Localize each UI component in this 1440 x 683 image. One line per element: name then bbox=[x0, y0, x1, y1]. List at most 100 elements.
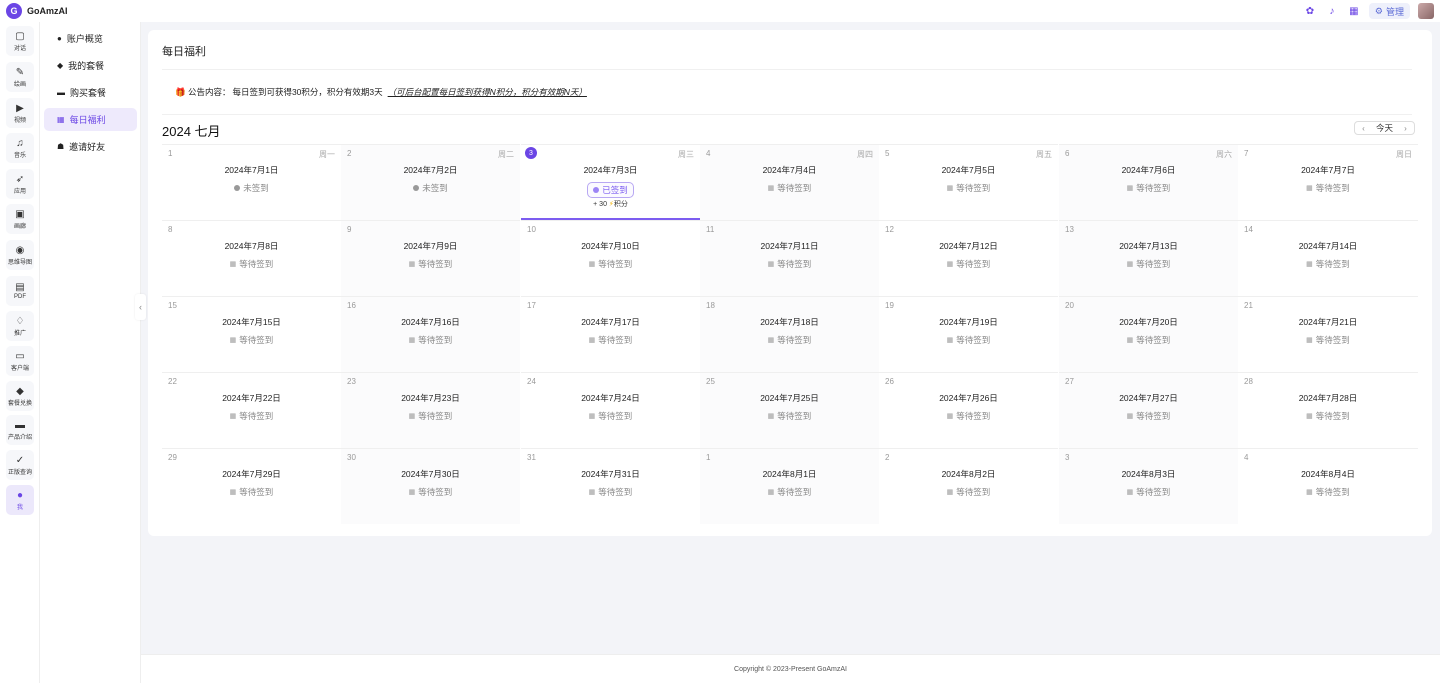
calendar-day[interactable]: 9 2024年7月9日 ▦ 等待签到 bbox=[341, 220, 520, 296]
calendar-day[interactable]: 23 2024年7月23日 ▦ 等待签到 bbox=[341, 372, 520, 448]
announcement: 🎁 公告内容： 每日签到可获得30积分，积分有效期3天 （可后台配置每日签到获得… bbox=[175, 86, 587, 98]
missed-icon bbox=[234, 185, 241, 191]
rail-item-13[interactable]: ● 我 bbox=[6, 485, 34, 515]
collapse-sidebar-button[interactable]: ‹ bbox=[135, 294, 146, 320]
sidebar-item-1[interactable]: ◆ 我的套餐 bbox=[44, 54, 137, 77]
calendar-day[interactable]: 10 2024年7月10日 ▦ 等待签到 bbox=[521, 220, 700, 296]
checkin-status: ▦ 等待签到 bbox=[879, 486, 1058, 498]
day-number: 3 bbox=[525, 147, 537, 159]
calendar-day[interactable]: 22 2024年7月22日 ▦ 等待签到 bbox=[162, 372, 341, 448]
calendar-day[interactable]: 25 2024年7月25日 ▦ 等待签到 bbox=[700, 372, 879, 448]
weekday-label: 周日 bbox=[1396, 150, 1412, 159]
checkin-status[interactable]: 已签到 bbox=[521, 182, 700, 198]
wechat-icon[interactable]: ✿ bbox=[1303, 4, 1317, 18]
admin-button[interactable]: ⚙ 管理 bbox=[1368, 3, 1410, 19]
status-text: 等待签到 bbox=[1136, 183, 1171, 193]
bell-icon[interactable]: ♪ bbox=[1325, 4, 1339, 18]
calendar-day[interactable]: 6 周六 2024年7月6日 ▦ 等待签到 bbox=[1059, 144, 1238, 220]
calendar-day[interactable]: 30 2024年7月30日 ▦ 等待签到 bbox=[341, 448, 520, 524]
checkin-status: ▦ 等待签到 bbox=[879, 410, 1058, 422]
checkin-status: ▦ 等待签到 bbox=[879, 182, 1058, 194]
gift-icon: ▦ bbox=[1126, 413, 1134, 420]
handshake-icon: ♢ bbox=[15, 315, 25, 327]
rail-item-1[interactable]: ✎ 绘画 bbox=[6, 62, 34, 92]
status-text: 未签到 bbox=[243, 183, 269, 193]
gift-icon: ▦ bbox=[946, 261, 954, 268]
day-date: 2024年7月5日 bbox=[941, 165, 996, 175]
rail-item-11[interactable]: ▬ 产品介绍 bbox=[6, 415, 34, 445]
next-month-button[interactable]: › bbox=[1397, 122, 1414, 134]
rail-item-8[interactable]: ♢ 推广 bbox=[6, 311, 34, 341]
gift-icon: ▦ bbox=[1306, 337, 1313, 344]
weekday-label: 周三 bbox=[678, 150, 694, 159]
calendar-day[interactable]: 26 2024年7月26日 ▦ 等待签到 bbox=[879, 372, 1058, 448]
checkin-status: ▦ 等待签到 bbox=[1238, 182, 1418, 194]
gift-icon: ▦ bbox=[588, 261, 596, 268]
app-logo[interactable]: G bbox=[6, 3, 22, 19]
day-number: 5 bbox=[885, 149, 890, 158]
calendar-day[interactable]: 24 2024年7月24日 ▦ 等待签到 bbox=[521, 372, 700, 448]
calendar-day[interactable]: 11 2024年7月11日 ▦ 等待签到 bbox=[700, 220, 879, 296]
sidebar-item-4[interactable]: ☗ 邀请好友 bbox=[44, 135, 137, 158]
gift-icon: ▦ bbox=[767, 337, 775, 344]
calendar-day[interactable]: 3 周三 2024年7月3日 + 30 ⚡积分 已签到 bbox=[521, 144, 700, 220]
checkin-status: ▦ 等待签到 bbox=[521, 258, 700, 270]
rail-item-12[interactable]: ✓ 正版查询 bbox=[6, 450, 34, 480]
calendar-day[interactable]: 19 2024年7月19日 ▦ 等待签到 bbox=[879, 296, 1058, 372]
checkin-status: ▦ 等待签到 bbox=[1059, 334, 1238, 346]
calendar-day[interactable]: 1 周一 2024年7月1日 未签到 bbox=[162, 144, 341, 220]
calendar-day[interactable]: 3 2024年8月3日 ▦ 等待签到 bbox=[1059, 448, 1238, 524]
rail-item-5[interactable]: ▣ 画廊 bbox=[6, 204, 34, 234]
prev-month-button[interactable]: ‹ bbox=[1355, 122, 1372, 134]
sidebar-item-3[interactable]: ▦ 每日福利 bbox=[44, 108, 137, 131]
rail-item-10[interactable]: ◆ 套餐兑换 bbox=[6, 381, 34, 411]
calendar-day[interactable]: 4 2024年8月4日 ▦ 等待签到 bbox=[1238, 448, 1418, 524]
calendar-day[interactable]: 15 2024年7月15日 ▦ 等待签到 bbox=[162, 296, 341, 372]
calendar-day[interactable]: 29 2024年7月29日 ▦ 等待签到 bbox=[162, 448, 341, 524]
rail-item-7[interactable]: ▤ PDF bbox=[6, 276, 34, 306]
rail-item-label: 视频 bbox=[13, 117, 26, 124]
calendar-day[interactable]: 31 2024年7月31日 ▦ 等待签到 bbox=[521, 448, 700, 524]
calendar-day[interactable]: 14 2024年7月14日 ▦ 等待签到 bbox=[1238, 220, 1418, 296]
rail-item-0[interactable]: ▢ 对话 bbox=[6, 26, 34, 56]
checkin-status: ▦ 等待签到 bbox=[162, 410, 341, 422]
gift-icon: ▦ bbox=[1306, 261, 1313, 268]
day-date: 2024年7月8日 bbox=[224, 241, 279, 251]
avatar[interactable] bbox=[1418, 3, 1434, 19]
rail-item-9[interactable]: ▭ 客户端 bbox=[6, 346, 34, 376]
today-button[interactable]: 今天 bbox=[1372, 122, 1397, 134]
sidebar-item-2[interactable]: ▬ 购买套餐 bbox=[44, 81, 137, 104]
signed-badge[interactable]: 已签到 bbox=[587, 182, 634, 198]
calendar-day[interactable]: 4 周四 2024年7月4日 ▦ 等待签到 bbox=[700, 144, 879, 220]
calendar-day[interactable]: 28 2024年7月28日 ▦ 等待签到 bbox=[1238, 372, 1418, 448]
day-number: 29 bbox=[168, 453, 177, 462]
calendar-day[interactable]: 13 2024年7月13日 ▦ 等待签到 bbox=[1059, 220, 1238, 296]
sidebar-item-0[interactable]: ● 账户概览 bbox=[44, 27, 137, 50]
calendar-day[interactable]: 21 2024年7月21日 ▦ 等待签到 bbox=[1238, 296, 1418, 372]
calendar-day[interactable]: 20 2024年7月20日 ▦ 等待签到 bbox=[1059, 296, 1238, 372]
gift-icon[interactable]: ▦ bbox=[1347, 4, 1361, 18]
calendar-day[interactable]: 8 2024年7月8日 ▦ 等待签到 bbox=[162, 220, 341, 296]
calendar-day[interactable]: 12 2024年7月12日 ▦ 等待签到 bbox=[879, 220, 1058, 296]
calendar-day[interactable]: 7 周日 2024年7月7日 ▦ 等待签到 bbox=[1238, 144, 1418, 220]
calendar-day[interactable]: 1 2024年8月1日 ▦ 等待签到 bbox=[700, 448, 879, 524]
calendar-day[interactable]: 2 2024年8月2日 ▦ 等待签到 bbox=[879, 448, 1058, 524]
weekday-label: 周六 bbox=[1216, 150, 1232, 159]
rail-item-3[interactable]: ♫ 音乐 bbox=[6, 133, 34, 163]
gift-icon: ▦ bbox=[767, 185, 775, 192]
calendar-day[interactable]: 5 周五 2024年7月5日 ▦ 等待签到 bbox=[879, 144, 1058, 220]
status-text: 等待签到 bbox=[777, 487, 812, 497]
calendar-day[interactable]: 18 2024年7月18日 ▦ 等待签到 bbox=[700, 296, 879, 372]
checkin-status: ▦ 等待签到 bbox=[162, 258, 341, 270]
rail-item-6[interactable]: ◉ 思维导图 bbox=[6, 240, 34, 270]
calendar-day[interactable]: 27 2024年7月27日 ▦ 等待签到 bbox=[1059, 372, 1238, 448]
day-date: 2024年7月22日 bbox=[222, 393, 281, 403]
checkin-status: ▦ 等待签到 bbox=[1059, 486, 1238, 498]
missed-icon bbox=[413, 185, 420, 191]
calendar-day[interactable]: 17 2024年7月17日 ▦ 等待签到 bbox=[521, 296, 700, 372]
day-date: 2024年7月1日 bbox=[224, 165, 279, 175]
rail-item-2[interactable]: ▶ 视频 bbox=[6, 98, 34, 128]
calendar-day[interactable]: 16 2024年7月16日 ▦ 等待签到 bbox=[341, 296, 520, 372]
rail-item-4[interactable]: ➶ 应用 bbox=[6, 169, 34, 199]
calendar-day[interactable]: 2 周二 2024年7月2日 未签到 bbox=[341, 144, 520, 220]
